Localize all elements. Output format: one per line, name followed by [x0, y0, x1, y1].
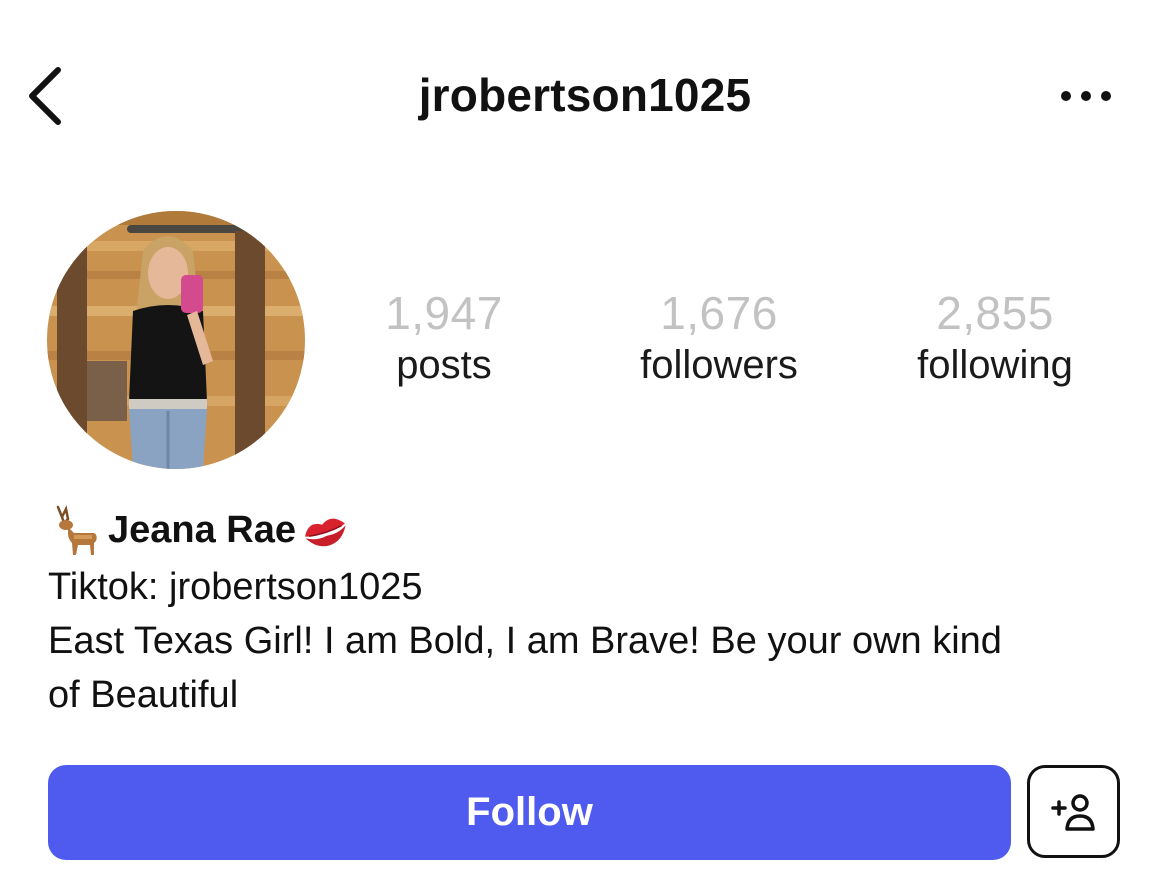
bio-text-line: East Texas Girl! I am Bold, I am Brave! … — [48, 620, 1002, 662]
deer-emoji — [56, 505, 97, 555]
follow-button-label: Follow — [466, 790, 593, 834]
follow-button[interactable]: Follow — [48, 765, 1011, 860]
following-stat[interactable]: 2,855 following — [865, 286, 1125, 390]
kiss-mark-emoji — [305, 518, 346, 547]
posts-stat[interactable]: 1,947 posts — [314, 286, 574, 390]
top-nav-bar: jrobertson1025 — [0, 40, 1170, 150]
posts-count: 1,947 — [385, 287, 503, 339]
add-person-icon — [1050, 793, 1095, 831]
profile-stats: 1,947 posts 1,676 followers 2,855 follow… — [330, 286, 1160, 396]
profile-photo — [47, 211, 305, 469]
following-label: following — [917, 343, 1073, 387]
followers-stat[interactable]: 1,676 followers — [589, 286, 849, 390]
posts-label: posts — [396, 343, 492, 387]
display-name: Jeana Rae — [108, 508, 297, 551]
followers-label: followers — [640, 343, 798, 387]
bio-text-line-continued: of Beautiful — [48, 674, 239, 716]
more-horizontal-icon — [1061, 91, 1111, 101]
avatar[interactable] — [47, 211, 305, 469]
profile-username: jrobertson1025 — [418, 69, 752, 121]
bio-tiktok-line: Tiktok: jrobertson1025 — [48, 566, 423, 608]
more-options-button[interactable] — [1058, 86, 1114, 106]
display-name-row: Jeana Rae — [48, 500, 1138, 560]
following-count: 2,855 — [936, 287, 1054, 339]
followers-count: 1,676 — [660, 287, 778, 339]
profile-bio: Jeana Rae Tiktok: jrobertson1025 East Te… — [48, 500, 1138, 722]
suggested-accounts-button[interactable] — [1027, 765, 1120, 858]
